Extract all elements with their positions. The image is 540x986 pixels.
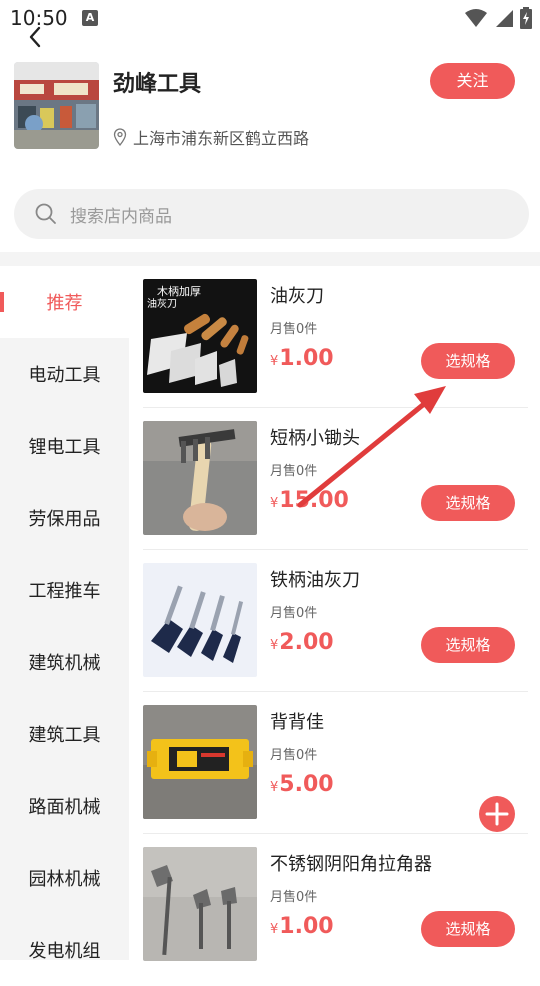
product-name: 油灰刀 bbox=[270, 286, 324, 307]
sidebar-item-recommended[interactable]: 推荐 bbox=[0, 266, 129, 338]
search-icon bbox=[35, 203, 56, 224]
price-value: 15.00 bbox=[279, 488, 349, 513]
product-sales: 月售0件 bbox=[270, 464, 318, 479]
signal-icon bbox=[496, 10, 513, 27]
select-spec-button[interactable]: 选规格 bbox=[421, 911, 515, 947]
product-price: ¥5.00 bbox=[270, 772, 334, 797]
store-name: 劲峰工具 bbox=[113, 72, 202, 97]
store-address-text: 上海市浦东新区鹤立西路 bbox=[133, 129, 310, 148]
sidebar-item-road-machinery[interactable]: 路面机械 bbox=[0, 770, 129, 842]
category-sidebar: 推荐 电动工具 锂电工具 劳保用品 工程推车 建筑机械 建筑工具 路面机械 园林… bbox=[0, 266, 129, 962]
currency-symbol: ¥ bbox=[270, 638, 279, 653]
product-sales: 月售0件 bbox=[270, 606, 318, 621]
currency-symbol: ¥ bbox=[270, 922, 279, 937]
product-price: ¥15.00 bbox=[270, 488, 349, 513]
plus-circle-icon bbox=[479, 796, 515, 832]
product-card[interactable]: 短柄小锄头 月售0件 ¥15.00 选规格 bbox=[129, 408, 540, 550]
battery-icon bbox=[520, 7, 532, 29]
sidebar-item-construction-machinery[interactable]: 建筑机械 bbox=[0, 626, 129, 698]
product-card[interactable]: 不锈钢阴阳角拉角器 月售0件 ¥1.00 选规格 bbox=[129, 834, 540, 976]
sidebar-item-label: 发电机组 bbox=[28, 941, 101, 962]
sidebar-item-label: 路面机械 bbox=[28, 797, 101, 818]
sidebar-item-label: 建筑工具 bbox=[28, 725, 101, 746]
product-price: ¥1.00 bbox=[270, 914, 334, 939]
sidebar-item-label: 劳保用品 bbox=[28, 509, 101, 530]
product-image bbox=[143, 563, 257, 677]
back-button[interactable] bbox=[22, 22, 50, 52]
sidebar-item-label: 锂电工具 bbox=[28, 437, 101, 458]
image-caption: 木柄加厚 bbox=[157, 285, 201, 298]
location-pin-icon bbox=[113, 128, 127, 146]
store-photo bbox=[14, 62, 99, 149]
price-value: 2.00 bbox=[279, 630, 334, 655]
product-sales: 月售0件 bbox=[270, 322, 318, 337]
store-address: 上海市浦东新区鹤立西路 bbox=[113, 125, 309, 149]
price-value: 1.00 bbox=[279, 914, 334, 939]
select-spec-button[interactable]: 选规格 bbox=[421, 343, 515, 379]
select-spec-button[interactable]: 选规格 bbox=[421, 485, 515, 521]
product-name: 短柄小锄头 bbox=[270, 428, 360, 449]
sidebar-item-label: 建筑机械 bbox=[28, 653, 101, 674]
sidebar-item-label: 推荐 bbox=[46, 293, 83, 314]
product-card[interactable]: 木柄加厚 油灰刀 油灰刀 月售0件 ¥1.00 选规格 bbox=[129, 266, 540, 408]
add-to-cart-button[interactable] bbox=[478, 795, 516, 833]
product-image bbox=[143, 847, 257, 961]
search-placeholder: 搜索店内商品 bbox=[70, 206, 172, 227]
chevron-left-icon bbox=[29, 26, 41, 48]
product-image bbox=[143, 421, 257, 535]
search-input[interactable]: 搜索店内商品 bbox=[14, 189, 529, 239]
sidebar-item-label: 园林机械 bbox=[28, 869, 101, 890]
sidebar-item-lithium-tools[interactable]: 锂电工具 bbox=[0, 410, 129, 482]
product-sales: 月售0件 bbox=[270, 748, 318, 763]
product-name: 背背佳 bbox=[270, 712, 324, 733]
section-divider bbox=[0, 252, 540, 266]
product-list: 木柄加厚 油灰刀 油灰刀 月售0件 ¥1.00 选规格 短柄小锄头 月售0件 ¥… bbox=[129, 266, 540, 961]
product-image: 木柄加厚 油灰刀 bbox=[143, 279, 257, 393]
sidebar-item-label: 工程推车 bbox=[28, 581, 101, 602]
product-name: 铁柄油灰刀 bbox=[270, 570, 360, 591]
price-value: 1.00 bbox=[279, 346, 334, 371]
product-name: 不锈钢阴阳角拉角器 bbox=[270, 854, 432, 875]
product-card[interactable]: 铁柄油灰刀 月售0件 ¥2.00 选规格 bbox=[129, 550, 540, 692]
product-price: ¥1.00 bbox=[270, 346, 334, 371]
status-bar: 10:50 A bbox=[0, 0, 540, 36]
notification-icon: A bbox=[82, 10, 98, 26]
select-spec-button[interactable]: 选规格 bbox=[421, 627, 515, 663]
image-caption: 油灰刀 bbox=[147, 297, 177, 310]
product-price: ¥2.00 bbox=[270, 630, 334, 655]
sidebar-item-construction-tools[interactable]: 建筑工具 bbox=[0, 698, 129, 770]
follow-button[interactable]: 关注 bbox=[430, 63, 515, 99]
sidebar-item-carts[interactable]: 工程推车 bbox=[0, 554, 129, 626]
sidebar-item-label: 电动工具 bbox=[28, 365, 101, 386]
product-card[interactable]: 背背佳 月售0件 ¥5.00 bbox=[129, 692, 540, 834]
active-indicator bbox=[0, 292, 4, 312]
currency-symbol: ¥ bbox=[270, 780, 279, 795]
sidebar-item-safety-supplies[interactable]: 劳保用品 bbox=[0, 482, 129, 554]
product-sales: 月售0件 bbox=[270, 890, 318, 905]
currency-symbol: ¥ bbox=[270, 496, 279, 511]
price-value: 5.00 bbox=[279, 772, 334, 797]
status-icons bbox=[464, 6, 532, 30]
sidebar-item-generators[interactable]: 发电机组 bbox=[0, 914, 129, 986]
sidebar-item-power-tools[interactable]: 电动工具 bbox=[0, 338, 129, 410]
wifi-icon bbox=[465, 9, 487, 27]
product-image bbox=[143, 705, 257, 819]
currency-symbol: ¥ bbox=[270, 354, 279, 369]
sidebar-item-garden-machinery[interactable]: 园林机械 bbox=[0, 842, 129, 914]
